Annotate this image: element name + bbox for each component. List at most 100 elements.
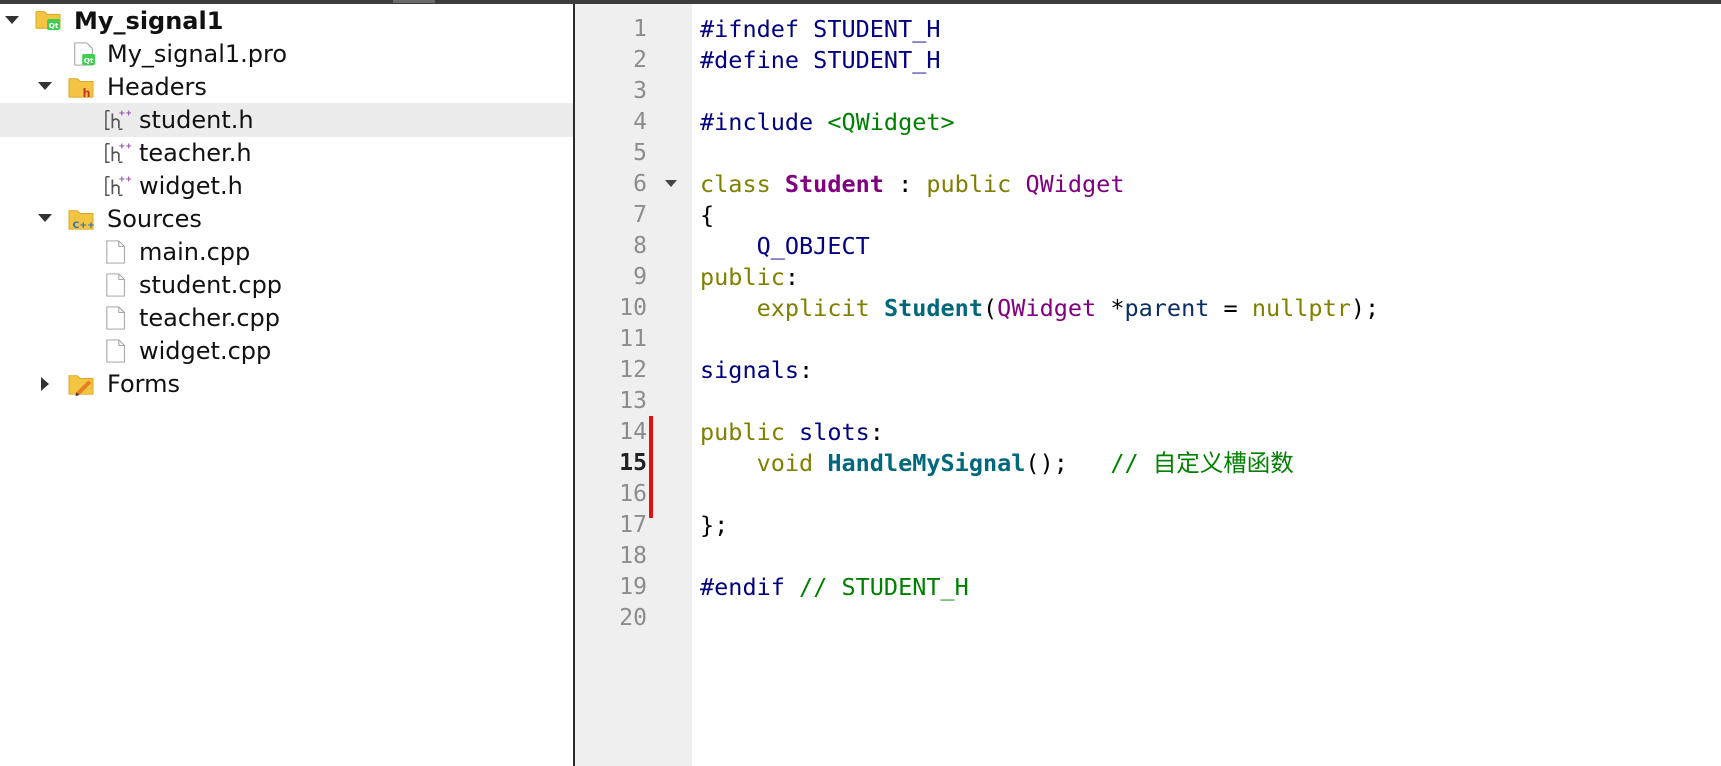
chevron-down-icon[interactable] xyxy=(38,214,52,222)
fold-toggle-icon[interactable] xyxy=(665,180,677,187)
code-token: = xyxy=(1209,294,1252,322)
forms-folder-icon xyxy=(68,375,94,396)
line-number: 8 xyxy=(633,233,647,259)
code-line[interactable]: 13 xyxy=(575,384,1721,418)
code-token: QWidget xyxy=(997,294,1097,322)
svg-text:++: ++ xyxy=(118,108,131,117)
code-line[interactable]: 8 Q_OBJECT xyxy=(575,229,1721,263)
code-token: // 自定义槽函数 xyxy=(1110,449,1294,477)
file-label: student.h xyxy=(139,106,254,134)
code-line[interactable]: 19 #endif // STUDENT_H xyxy=(575,570,1721,604)
code-token: (); xyxy=(1025,449,1111,477)
code-line[interactable]: 11 xyxy=(575,322,1721,356)
chevron-down-icon[interactable] xyxy=(38,82,52,90)
code-token: Q_OBJECT xyxy=(756,232,870,260)
code-editor[interactable]: 1 #ifndef STUDENT_H 2 #define STUDENT_H 3 4 #i… xyxy=(575,4,1721,766)
code-token: : xyxy=(799,356,814,384)
code-text[interactable]: signals: xyxy=(700,356,813,384)
tree-item-headers[interactable]: h Headers xyxy=(0,70,573,104)
code-line[interactable]: 9 public: xyxy=(575,260,1721,294)
code-line[interactable]: 15 void HandleMySignal(); // 自定义槽函数 xyxy=(575,446,1721,480)
code-text[interactable]: #include <QWidget> xyxy=(700,108,955,136)
svg-text:C++: C++ xyxy=(73,220,95,231)
line-number: 3 xyxy=(633,78,647,104)
code-line[interactable]: 16 xyxy=(575,477,1721,511)
code-text[interactable]: explicit Student(QWidget *parent = nullp… xyxy=(700,294,1380,322)
line-number: 2 xyxy=(633,47,647,73)
code-text[interactable]: }; xyxy=(700,511,728,539)
code-token: parent xyxy=(1124,294,1210,322)
line-number: 20 xyxy=(619,605,647,631)
code-token: : xyxy=(784,263,800,291)
tree-item-widget-cpp[interactable]: widget.cpp xyxy=(0,334,573,368)
code-token: #include xyxy=(700,108,828,136)
code-line[interactable]: 17}; xyxy=(575,508,1721,542)
code-token: Student xyxy=(784,170,884,198)
code-line[interactable]: 14 public slots: xyxy=(575,415,1721,449)
code-text[interactable]: public slots: xyxy=(700,418,884,446)
code-token: }; xyxy=(700,511,729,539)
svg-text:h: h xyxy=(83,87,91,99)
line-number: 10 xyxy=(619,295,647,321)
code-token: // STUDENT_H xyxy=(799,573,969,601)
svg-text:Qt: Qt xyxy=(84,56,94,65)
code-token: class xyxy=(700,170,785,198)
line-number: 4 xyxy=(633,109,647,135)
code-line[interactable]: 2 #define STUDENT_H xyxy=(575,43,1721,77)
code-line[interactable]: 10 explicit Student(QWidget *parent = nu… xyxy=(575,291,1721,325)
code-line[interactable]: 4 #include <QWidget> xyxy=(575,105,1721,139)
code-token: { xyxy=(700,201,715,229)
code-text[interactable]: class Student : public QWidget xyxy=(700,170,1124,198)
tree-item-sources[interactable]: C++ Sources xyxy=(0,202,573,236)
code-text[interactable]: { xyxy=(700,201,714,229)
tree-item-student-cpp[interactable]: student.cpp xyxy=(0,268,573,302)
tree-item-student-h[interactable]: ++ student.h xyxy=(0,103,573,137)
code-line[interactable]: 1 #ifndef STUDENT_H xyxy=(575,12,1721,46)
code-line[interactable]: 20 xyxy=(575,601,1721,635)
chevron-right-icon[interactable] xyxy=(41,377,49,391)
line-number: 5 xyxy=(633,140,647,166)
tree-item-pro-file[interactable]: Qt My_signal1.pro xyxy=(0,37,573,71)
code-token: Student xyxy=(883,294,983,322)
tree-item-teacher-cpp[interactable]: teacher.cpp xyxy=(0,301,573,335)
code-text[interactable]: #ifndef STUDENT_H xyxy=(700,15,941,43)
svg-text:Qt: Qt xyxy=(49,21,59,30)
code-token: signals xyxy=(700,356,800,384)
code-line[interactable]: 6 class Student : public QWidget xyxy=(575,167,1721,201)
svg-text:++: ++ xyxy=(118,174,131,183)
sources-folder-icon: C++ xyxy=(68,210,95,231)
line-number: 15 xyxy=(619,450,647,476)
code-token: ); xyxy=(1350,294,1380,322)
tree-item-teacher-h[interactable]: ++ teacher.h xyxy=(0,136,573,170)
tree-item-widget-h[interactable]: ++ widget.h xyxy=(0,169,573,203)
code-text[interactable]: #define STUDENT_H xyxy=(700,46,941,74)
code-token: HandleMySignal xyxy=(827,449,1026,477)
tree-item-project-root[interactable]: Qt My_signal1 xyxy=(0,4,573,38)
headers-folder-icon: h xyxy=(68,78,94,99)
code-line[interactable]: 12 signals: xyxy=(575,353,1721,387)
chevron-down-icon[interactable] xyxy=(5,16,19,24)
file-label: widget.cpp xyxy=(139,337,272,365)
code-token: ( xyxy=(982,294,998,322)
code-line[interactable]: 5 xyxy=(575,136,1721,170)
code-token: : xyxy=(869,418,884,446)
tree-item-main-cpp[interactable]: main.cpp xyxy=(0,235,573,269)
line-number: 16 xyxy=(619,481,647,507)
code-text[interactable]: #endif // STUDENT_H xyxy=(700,573,969,601)
code-text[interactable]: public: xyxy=(700,263,799,291)
file-label: widget.h xyxy=(139,172,243,200)
code-text[interactable]: void HandleMySignal(); // 自定义槽函数 xyxy=(700,449,1294,477)
line-number: 13 xyxy=(619,388,647,414)
line-number: 11 xyxy=(619,326,647,352)
project-tree[interactable]: Qt My_signal1 Qt My_signal1.pro h Header… xyxy=(0,4,575,766)
code-text[interactable]: Q_OBJECT xyxy=(700,232,870,260)
code-token: void xyxy=(756,449,828,477)
code-line[interactable]: 18 xyxy=(575,539,1721,573)
tree-item-forms[interactable]: Forms xyxy=(0,367,573,401)
code-line[interactable]: 3 xyxy=(575,74,1721,108)
code-token: explicit xyxy=(756,294,884,322)
code-line[interactable]: 7{ xyxy=(575,198,1721,232)
line-number: 12 xyxy=(619,357,647,383)
header-file-icon: ++ xyxy=(105,174,131,196)
